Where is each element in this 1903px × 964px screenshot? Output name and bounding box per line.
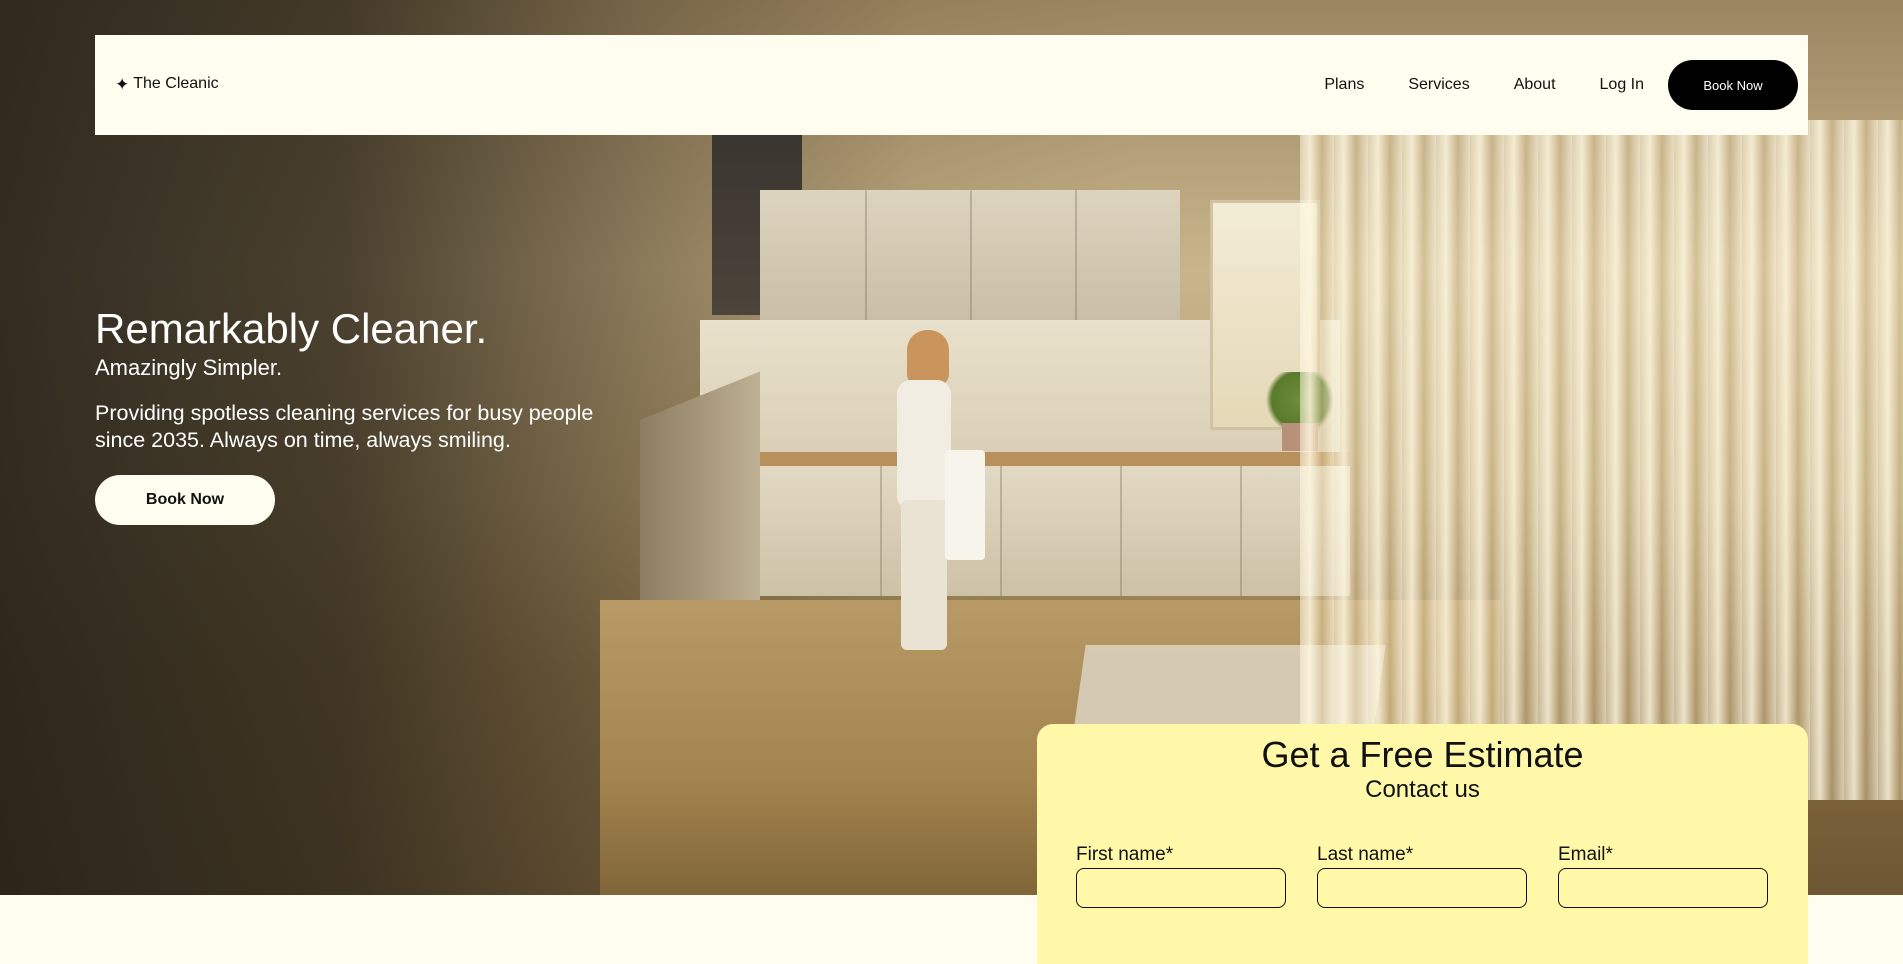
estimate-subtitle: Contact us <box>1365 776 1480 803</box>
last-name-label: Last name* <box>1317 844 1414 865</box>
estimate-title: Get a Free Estimate <box>1261 734 1584 775</box>
brand-logo[interactable]: ✦ The Cleanic <box>115 75 219 93</box>
first-name-group: First name* <box>1076 844 1286 908</box>
upper-cabinets <box>760 190 1180 320</box>
first-name-label: First name* <box>1076 844 1174 865</box>
nav-link-services[interactable]: Services <box>1408 76 1469 94</box>
email-label: Email* <box>1558 844 1613 865</box>
nav-book-now-button[interactable]: Book Now <box>1668 60 1798 110</box>
hero-subtitle: Amazingly Simpler. <box>95 355 283 380</box>
last-name-input[interactable] <box>1317 868 1527 908</box>
nav-links: Plans Services About Log In Book Now <box>1324 35 1798 135</box>
hero-book-now-button[interactable]: Book Now <box>95 475 275 525</box>
nav-link-login[interactable]: Log In <box>1600 76 1644 94</box>
hero-title: Remarkably Cleaner. <box>95 305 488 352</box>
nav-link-plans[interactable]: Plans <box>1324 76 1364 94</box>
sheer-curtains <box>1300 120 1903 800</box>
brand-name: The Cleanic <box>133 75 219 92</box>
lower-cabinets <box>760 466 1350 596</box>
hero-description: Providing spotless cleaning services for… <box>95 401 594 452</box>
cleaning-person <box>885 330 985 660</box>
email-input[interactable] <box>1558 868 1768 908</box>
estimate-form-card: Get a Free Estimate Contact us First nam… <box>1037 724 1808 964</box>
nav-link-about[interactable]: About <box>1514 76 1556 94</box>
first-name-input[interactable] <box>1076 868 1286 908</box>
countertop <box>690 452 1350 466</box>
email-group: Email* <box>1558 844 1768 908</box>
sparkle-icon: ✦ <box>115 74 130 94</box>
last-name-group: Last name* <box>1317 844 1527 908</box>
navbar: ✦ The Cleanic Plans Services About Log I… <box>95 35 1808 135</box>
